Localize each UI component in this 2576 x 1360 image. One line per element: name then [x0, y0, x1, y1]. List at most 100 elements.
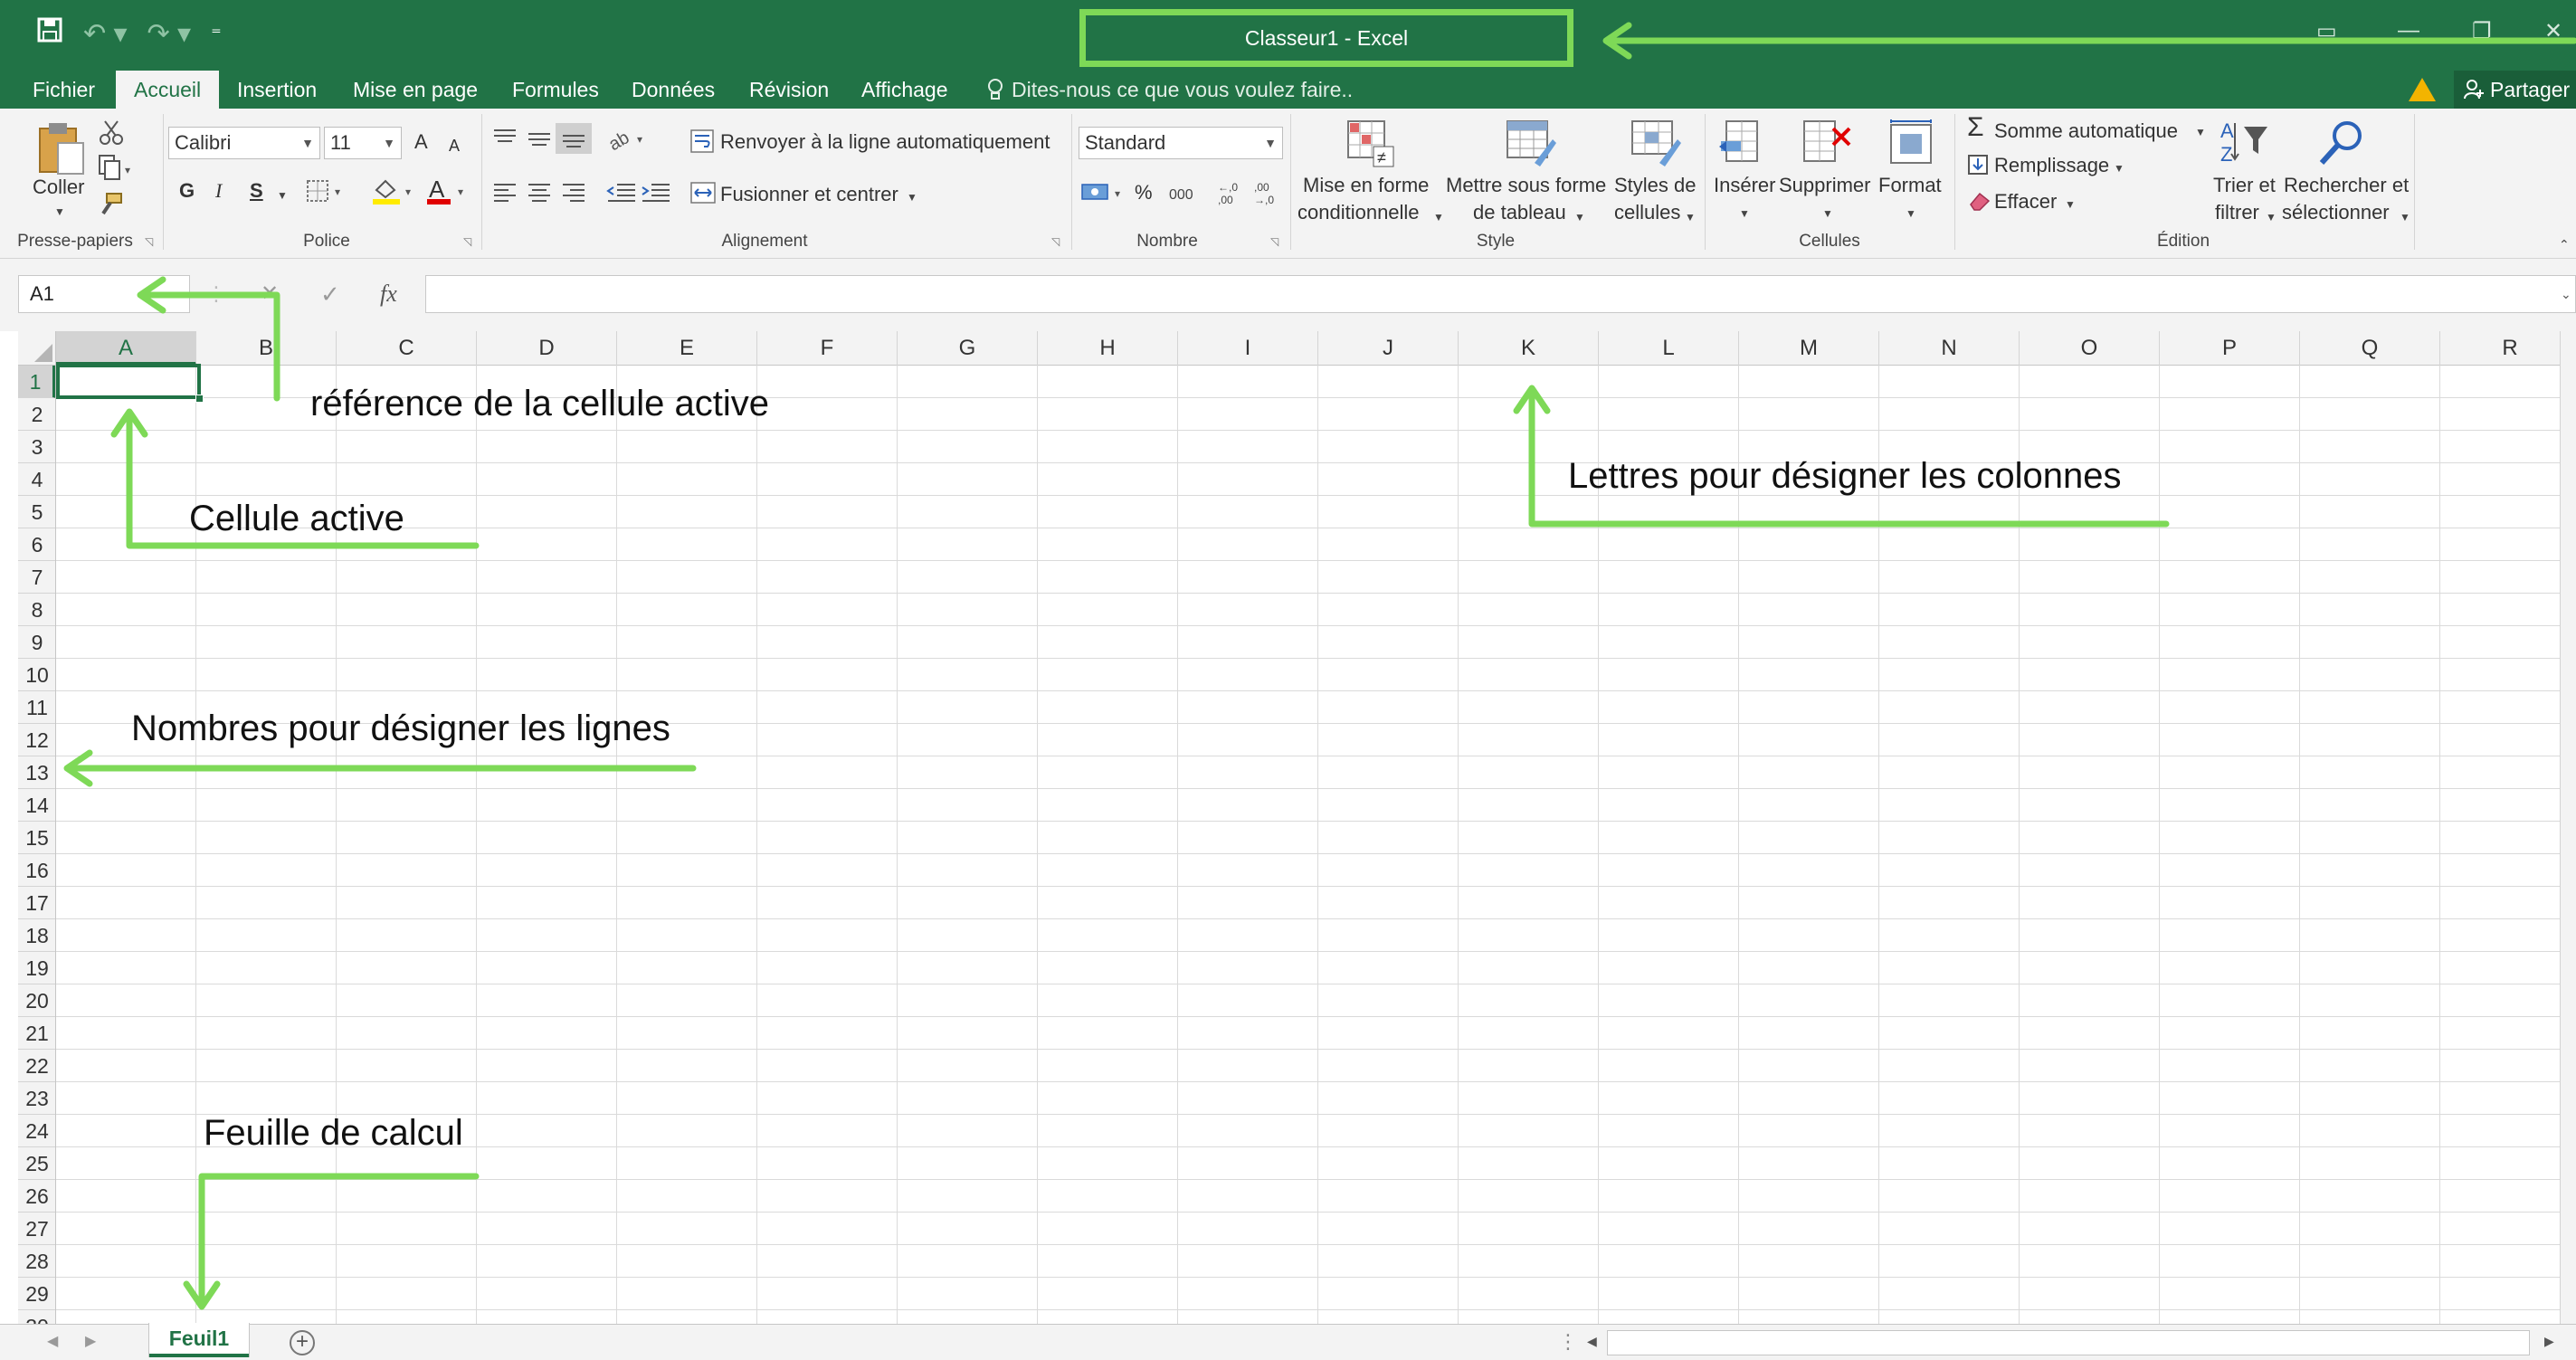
share-button[interactable]: Partager: [2454, 71, 2576, 109]
format-painter-icon[interactable]: [98, 192, 125, 223]
cell-styles-line1[interactable]: Styles de: [1614, 174, 1697, 197]
row-header-3[interactable]: 3: [18, 431, 55, 463]
font-name-combo[interactable]: Calibri ▼: [168, 127, 320, 159]
column-header-a[interactable]: A: [56, 331, 196, 366]
cell-styles-icon[interactable]: [1629, 118, 1683, 173]
sort-filter-line2[interactable]: filtrer: [2215, 201, 2259, 224]
column-header-d[interactable]: D: [477, 331, 617, 366]
worksheet-cells[interactable]: [56, 366, 2569, 1324]
increase-indent-icon[interactable]: [641, 181, 671, 207]
column-header-q[interactable]: Q: [2300, 331, 2440, 366]
row-header-25[interactable]: 25: [18, 1147, 55, 1180]
percent-style-button[interactable]: %: [1135, 181, 1153, 204]
row-header-4[interactable]: 4: [18, 463, 55, 496]
align-right-icon[interactable]: [561, 181, 586, 207]
tell-me-box[interactable]: Dites-nous ce que vous voulez faire..: [986, 71, 1353, 109]
alignment-launcher-icon[interactable]: ◹: [1051, 235, 1060, 248]
row-header-30[interactable]: 30: [18, 1310, 55, 1324]
row-header-12[interactable]: 12: [18, 724, 55, 756]
row-header-15[interactable]: 15: [18, 822, 55, 854]
sigma-icon[interactable]: Σ: [1967, 114, 1984, 141]
autosum-dropdown-icon[interactable]: ▼: [2195, 121, 2206, 143]
row-header-28[interactable]: 28: [18, 1245, 55, 1278]
horizontal-scrollbar[interactable]: [1607, 1330, 2530, 1355]
number-format-combo[interactable]: Standard ▼: [1079, 127, 1283, 159]
row-header-24[interactable]: 24: [18, 1115, 55, 1147]
column-header-o[interactable]: O: [2020, 331, 2160, 366]
row-header-11[interactable]: 11: [18, 691, 55, 724]
conditional-formatting-dropdown-icon[interactable]: ▼: [1433, 206, 1444, 228]
expand-formula-bar-icon[interactable]: ⌄: [2561, 275, 2571, 313]
fill-dropdown-icon[interactable]: ▼: [2114, 157, 2124, 179]
column-header-m[interactable]: M: [1739, 331, 1879, 366]
tab-insertion[interactable]: Insertion: [237, 71, 317, 109]
row-header-9[interactable]: 9: [18, 626, 55, 659]
tab-donnees[interactable]: Données: [632, 71, 715, 109]
column-header-f[interactable]: F: [757, 331, 898, 366]
column-header-l[interactable]: L: [1599, 331, 1739, 366]
tab-split-handle-icon[interactable]: ⋮: [1558, 1330, 1578, 1354]
italic-button[interactable]: I: [215, 179, 222, 203]
row-header-10[interactable]: 10: [18, 659, 55, 691]
insert-cells-icon[interactable]: [1717, 118, 1768, 173]
underline-dropdown-icon[interactable]: ▼: [277, 185, 288, 206]
top-align-icon[interactable]: [492, 127, 518, 155]
cancel-entry-button[interactable]: ✕: [261, 275, 279, 313]
shrink-font-button[interactable]: A: [449, 134, 460, 157]
next-sheet-icon[interactable]: ▶: [85, 1332, 96, 1350]
increase-decimal-button[interactable]: ←,0 ,00: [1218, 181, 1245, 206]
scroll-left-icon[interactable]: ◀: [1587, 1334, 1597, 1349]
cell-styles-line2[interactable]: cellules: [1614, 201, 1680, 224]
formula-input[interactable]: [425, 275, 2576, 313]
paste-icon[interactable]: [36, 119, 87, 182]
add-sheet-button[interactable]: +: [290, 1330, 315, 1355]
sort-filter-line1[interactable]: Trier et: [2213, 174, 2276, 197]
clear-dropdown-icon[interactable]: ▼: [2065, 194, 2076, 215]
find-select-icon[interactable]: [2316, 118, 2367, 173]
middle-align-icon[interactable]: [527, 127, 552, 155]
format-as-table-line1[interactable]: Mettre sous forme: [1446, 174, 1606, 197]
font-size-combo[interactable]: 11 ▼: [324, 127, 402, 159]
row-header-13[interactable]: 13: [18, 756, 55, 789]
cell-styles-dropdown-icon[interactable]: ▼: [1685, 206, 1696, 228]
format-cells-icon[interactable]: [1886, 118, 1936, 173]
format-cells-button[interactable]: Format: [1878, 174, 1942, 197]
column-header-i[interactable]: I: [1178, 331, 1318, 366]
row-header-19[interactable]: 19: [18, 952, 55, 984]
row-header-26[interactable]: 26: [18, 1180, 55, 1213]
ribbon-display-options-button[interactable]: ▭: [2316, 18, 2337, 54]
row-header-27[interactable]: 27: [18, 1213, 55, 1245]
undo-button[interactable]: ↶ ▾: [83, 16, 128, 52]
row-header-6[interactable]: 6: [18, 528, 55, 561]
tab-formules[interactable]: Formules: [512, 71, 599, 109]
row-header-21[interactable]: 21: [18, 1017, 55, 1050]
row-header-29[interactable]: 29: [18, 1278, 55, 1310]
comma-style-button[interactable]: 000: [1169, 185, 1193, 206]
column-header-k[interactable]: K: [1459, 331, 1599, 366]
column-header-e[interactable]: E: [617, 331, 757, 366]
active-cell-a1[interactable]: [56, 364, 201, 399]
paste-button-label[interactable]: Coller: [33, 176, 84, 199]
scroll-right-icon[interactable]: ▶: [2544, 1334, 2554, 1349]
minimize-button[interactable]: —: [2398, 18, 2419, 54]
insert-dropdown-icon[interactable]: ▼: [1739, 203, 1750, 224]
vertical-scrollbar[interactable]: [2560, 331, 2576, 1324]
borders-icon[interactable]: ▾: [306, 179, 349, 209]
fill-color-icon[interactable]: ▾: [371, 177, 420, 211]
tab-affichage[interactable]: Affichage: [861, 71, 947, 109]
delete-dropdown-icon[interactable]: ▼: [1822, 203, 1833, 224]
customize-qat-button[interactable]: ⁼: [211, 16, 222, 52]
column-header-j[interactable]: J: [1318, 331, 1459, 366]
number-launcher-icon[interactable]: ◹: [1270, 235, 1278, 248]
row-header-18[interactable]: 18: [18, 919, 55, 952]
decrease-indent-icon[interactable]: [606, 181, 637, 207]
sort-filter-icon[interactable]: AZ: [2219, 118, 2273, 173]
find-select-line2[interactable]: sélectionner: [2282, 201, 2390, 224]
underline-button[interactable]: S: [250, 179, 263, 203]
font-launcher-icon[interactable]: ◹: [463, 235, 471, 248]
redo-button[interactable]: ↷ ▾: [147, 16, 192, 52]
column-header-b[interactable]: B: [196, 331, 337, 366]
column-header-p[interactable]: P: [2160, 331, 2300, 366]
format-as-table-icon[interactable]: [1504, 118, 1558, 173]
confirm-entry-button[interactable]: ✓: [320, 275, 340, 313]
